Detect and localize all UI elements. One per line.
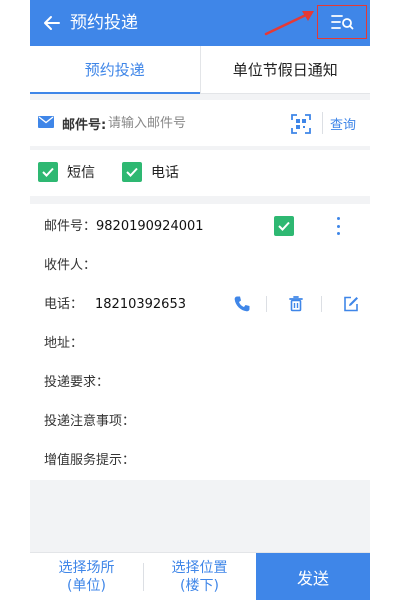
select-position-button[interactable]: 选择位置 (楼下) <box>143 553 256 600</box>
select-position-label: 选择位置 <box>171 559 228 576</box>
phone-option[interactable]: 电话 <box>122 162 179 182</box>
address-field: 地址： <box>44 335 83 353</box>
select-place-sublabel: (单位) <box>67 577 106 594</box>
app-screen: 预约投递 预约投递 单位节假日通知 邮件号: 请输入邮件号 查询 短信 电话 邮… <box>30 0 370 600</box>
mail-number-field: 邮件号：9820190924001 <box>44 218 204 236</box>
mail-select-checkbox[interactable] <box>274 216 294 236</box>
divider <box>266 296 267 312</box>
phone-checkbox[interactable] <box>122 162 142 182</box>
select-position-sublabel: (楼下) <box>180 577 219 594</box>
header-bar: 预约投递 <box>30 0 370 46</box>
delivery-requirement-label: 投递要求： <box>44 375 110 390</box>
query-button[interactable]: 查询 <box>330 114 356 133</box>
mail-number-value: 9820190924001 <box>96 219 204 234</box>
mail-number-label: 邮件号: <box>62 118 107 133</box>
delivery-requirement-field: 投递要求： <box>44 374 109 392</box>
filter-search-button[interactable] <box>317 5 367 39</box>
more-vertical-icon[interactable] <box>330 214 346 238</box>
notify-options-row: 短信 电话 <box>30 150 370 196</box>
delivery-notes-label: 投递注意事项： <box>44 414 136 429</box>
value-added-service-field: 增值服务提示： <box>44 452 135 470</box>
bottom-action-bar: 选择场所 (单位) 选择位置 (楼下) 发送 <box>30 552 370 600</box>
check-icon <box>126 167 138 177</box>
mail-icon <box>38 116 54 128</box>
trash-icon[interactable] <box>286 294 306 314</box>
check-icon <box>42 167 54 177</box>
tab-bar: 预约投递 单位节假日通知 <box>30 46 370 94</box>
phone-label: 电话： <box>44 297 84 312</box>
check-icon <box>278 221 290 231</box>
sms-label: 短信 <box>67 165 95 181</box>
list-search-icon <box>331 15 354 30</box>
edit-icon[interactable] <box>341 294 361 314</box>
phone-icon[interactable] <box>232 294 252 314</box>
recipient-label: 收件人： <box>44 258 97 273</box>
phone-option-label: 电话 <box>151 165 179 181</box>
phone-value: 18210392653 <box>95 297 186 312</box>
page-title: 预约投递 <box>70 13 138 33</box>
divider <box>322 112 323 134</box>
select-place-button[interactable]: 选择场所 (单位) <box>30 553 143 600</box>
recipient-field: 收件人： <box>44 257 96 275</box>
tab-holiday-notice[interactable]: 单位节假日通知 <box>199 46 371 93</box>
back-button[interactable] <box>38 9 66 37</box>
sms-checkbox[interactable] <box>38 162 58 182</box>
mail-number-field-label: 邮件号： <box>44 219 97 234</box>
scan-icon[interactable] <box>290 113 312 135</box>
sms-option[interactable]: 短信 <box>38 162 95 182</box>
delivery-notes-field: 投递注意事项： <box>44 413 135 431</box>
select-place-label: 选择场所 <box>58 559 115 576</box>
tab-appointment-delivery[interactable]: 预约投递 <box>30 46 200 94</box>
phone-field: 电话： 18210392653 <box>44 296 186 314</box>
divider <box>321 296 322 312</box>
address-label: 地址： <box>44 336 84 351</box>
send-button[interactable]: 发送 <box>256 553 370 600</box>
arrow-left-icon <box>44 16 60 30</box>
value-added-service-label: 增值服务提示： <box>44 453 136 468</box>
annotation-arrow <box>264 11 314 36</box>
mail-card: 邮件号：9820190924001 收件人： 电话： 18210392653 地址… <box>30 204 370 480</box>
mail-number-input[interactable] <box>108 110 278 136</box>
mail-search-row: 邮件号: 查询 <box>30 100 370 146</box>
